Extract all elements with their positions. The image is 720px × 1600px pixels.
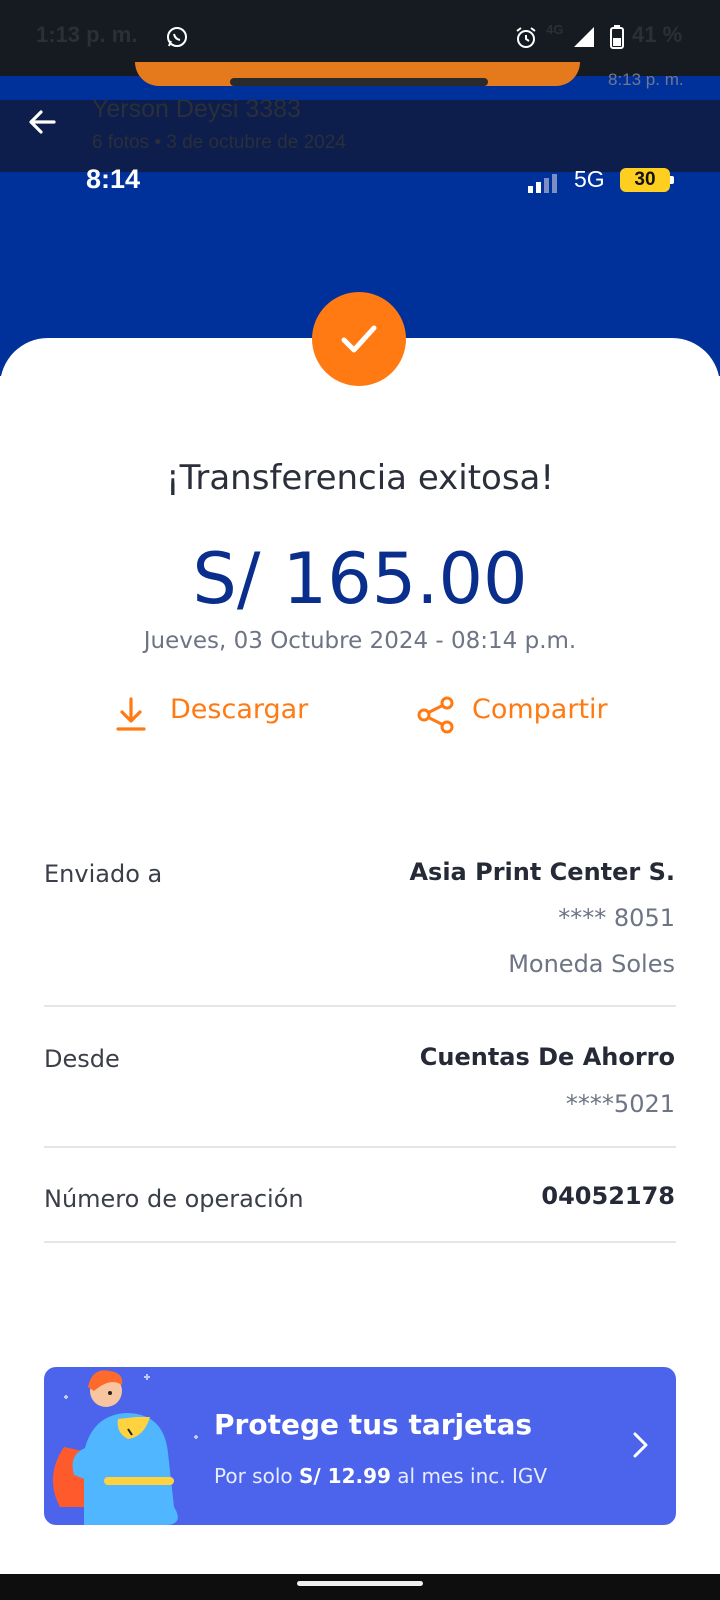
screenshot-battery-tip: [670, 176, 674, 184]
gallery-title: Yerson Deysi 3383: [92, 95, 301, 123]
share-icon: [417, 696, 454, 734]
promo-sub-suffix: al mes inc. IGV: [390, 1464, 548, 1488]
recipient-name: Asia Print Center S.: [409, 858, 675, 886]
promo-price: S/ 12.99: [298, 1464, 391, 1488]
promo-sub-prefix: Por solo: [214, 1464, 299, 1488]
source-account-name: Cuentas De Ahorro: [419, 1043, 675, 1071]
battery-percent: 41 %: [632, 22, 683, 47]
whatsapp-icon: [166, 26, 188, 48]
share-label: Compartir: [472, 694, 608, 725]
source-account-number: ****5021: [565, 1090, 675, 1118]
battery-icon: [610, 25, 624, 49]
promo-title: Protege tus tarjetas: [214, 1408, 533, 1441]
signal-icon: [572, 26, 596, 48]
operation-number-value: 04052178: [541, 1182, 675, 1210]
superhero-mascot-icon: [44, 1357, 204, 1525]
operation-number-label: Número de operación: [44, 1185, 304, 1213]
divider: [44, 1146, 676, 1148]
previous-photo-handle: [230, 78, 488, 86]
transfer-datetime: Jueves, 03 Octubre 2024 - 08:14 p.m.: [143, 628, 577, 654]
home-gesture-handle[interactable]: [297, 1581, 423, 1586]
network-type: 4G: [546, 22, 564, 37]
download-button[interactable]: Descargar: [114, 690, 334, 740]
success-title: ¡Transferencia exitosa!: [165, 458, 555, 498]
arrow-left-icon[interactable]: [24, 104, 60, 140]
screenshot-network-type: 5G: [574, 166, 605, 192]
from-label: Desde: [44, 1045, 120, 1073]
navigation-bar: [0, 1574, 720, 1600]
alarm-icon: [514, 26, 538, 50]
previous-photo-time: 8:13 p. m.: [608, 70, 684, 89]
recipient-account: **** 8051: [558, 904, 675, 932]
transfer-amount: S/ 165.00: [192, 538, 528, 620]
gallery-subtitle: 6 fotos • 3 de octubre de 2024: [92, 132, 346, 153]
system-time: 1:13 p. m.: [36, 22, 138, 47]
promo-subtitle: Por solo S/ 12.99 al mes inc. IGV: [214, 1464, 547, 1488]
recipient-currency: Moneda Soles: [508, 950, 675, 978]
download-icon: [116, 697, 146, 731]
divider: [44, 1241, 676, 1243]
sent-to-label: Enviado a: [44, 860, 163, 888]
screenshot-signal-icon: [528, 172, 562, 194]
screenshot-battery: 30: [620, 168, 670, 192]
success-check-icon: [312, 292, 406, 386]
download-label: Descargar: [170, 694, 309, 725]
chevron-right-icon[interactable]: [630, 1430, 650, 1460]
divider: [44, 1005, 676, 1007]
screenshot-phone-time: 8:14: [86, 164, 141, 194]
share-button[interactable]: Compartir: [416, 690, 656, 740]
